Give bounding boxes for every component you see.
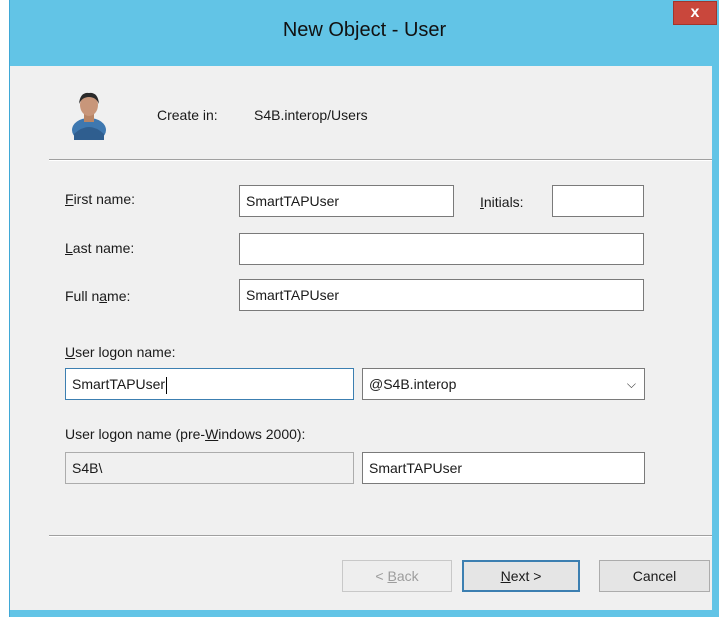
title-bar[interactable]: New Object - User x <box>10 0 719 66</box>
create-in-label: Create in: <box>157 107 218 123</box>
initials-label: Initials: <box>480 194 524 210</box>
top-separator <box>49 159 716 161</box>
last-name-input[interactable] <box>239 233 644 265</box>
window-frame-right <box>712 66 719 617</box>
chevron-down-icon[interactable]: ⌵ <box>627 369 636 399</box>
upn-suffix-select[interactable]: @S4B.interop ⌵ <box>362 368 645 400</box>
next-button[interactable]: Next > <box>462 560 580 592</box>
upn-suffix-value: @S4B.interop <box>369 376 457 392</box>
back-button[interactable]: < Back <box>342 560 452 592</box>
pre-windows-2000-name-input[interactable]: SmartTAPUser <box>362 452 645 484</box>
full-name-label: Full name: <box>65 288 131 304</box>
full-name-input[interactable]: SmartTAPUser <box>239 279 644 311</box>
dialog-content: Create in: S4B.interop/Users First name:… <box>17 66 716 610</box>
create-in-path: S4B.interop/Users <box>254 107 368 123</box>
logon-name-label: User logon name: <box>65 344 176 360</box>
cancel-button[interactable]: Cancel <box>599 560 710 592</box>
first-name-label: First name: <box>65 191 136 207</box>
bottom-separator <box>49 535 716 537</box>
new-user-dialog: New Object - User x Create in: S4B.inter… <box>9 0 719 617</box>
first-name-input[interactable]: SmartTAPUser <box>239 185 454 217</box>
logon-name-input[interactable]: SmartTAPUser <box>65 368 354 400</box>
user-icon <box>72 92 106 140</box>
pre-windows-2000-label: User logon name (pre-Windows 2000): <box>65 426 306 442</box>
window-title: New Object - User <box>282 19 447 41</box>
text-caret <box>166 376 168 394</box>
last-name-label: Last name: <box>65 240 135 256</box>
initials-input[interactable] <box>552 185 644 217</box>
close-icon: x <box>690 4 700 21</box>
pre-windows-2000-domain-field: S4B\ <box>65 452 354 484</box>
desktop-edge <box>0 0 9 617</box>
close-button[interactable]: x <box>673 1 717 25</box>
window-frame-bottom <box>10 610 719 617</box>
